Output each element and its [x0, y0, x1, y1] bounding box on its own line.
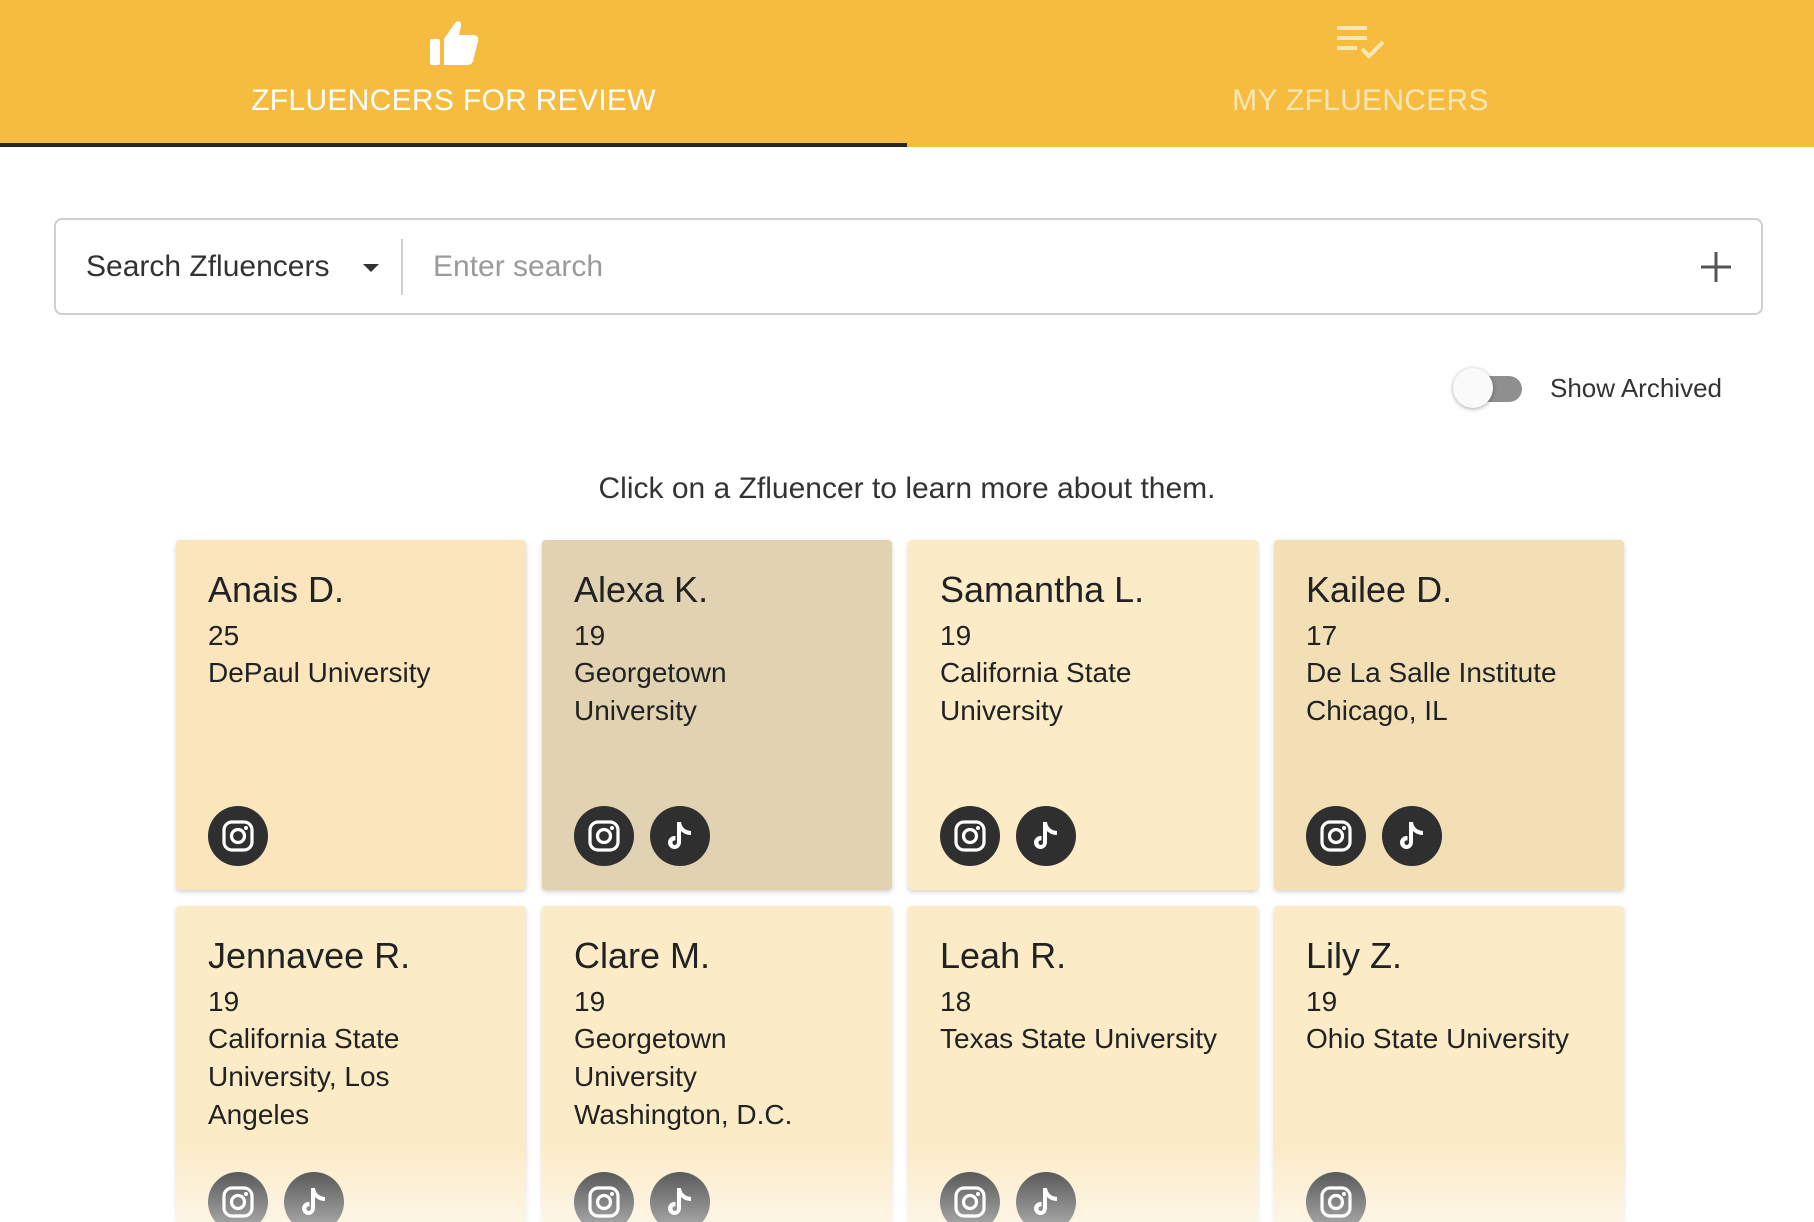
- plus-icon: [1701, 251, 1731, 282]
- zfluencer-card[interactable]: Samantha L. 19 California State University: [908, 540, 1258, 890]
- zfluencer-info-line: DePaul University: [208, 656, 431, 688]
- zfluencer-card[interactable]: Jennavee R. 19 California State University,…: [176, 906, 526, 1222]
- zfluencer-name: Clare M.: [574, 935, 711, 976]
- zfluencer-info-line: Washington, D.C.: [574, 1098, 793, 1130]
- zfluencer-age: 19: [574, 985, 606, 1017]
- tiktok-icon[interactable]: [284, 1172, 344, 1222]
- zfluencer-info-line: University: [574, 1060, 697, 1092]
- instagram-icon[interactable]: [1306, 806, 1366, 866]
- zfluencer-age: 19: [574, 619, 606, 651]
- zfluencer-name: Leah R.: [940, 935, 1067, 976]
- zfluencer-age: 19: [940, 619, 972, 651]
- zfluencer-card[interactable]: Kailee D. 17 De La Salle Institute Chicago,…: [1274, 540, 1624, 890]
- zfluencer-info-line: University: [574, 694, 697, 726]
- zfluencer-info-line: University: [940, 694, 1063, 726]
- chevron-down-icon: [363, 263, 379, 272]
- zfluencer-age: 18: [940, 985, 972, 1017]
- tab-for-review[interactable]: ZFLUENCERS FOR REVIEW: [0, 0, 907, 147]
- zfluencer-name: Alexa K.: [574, 569, 709, 610]
- tiktok-icon[interactable]: [1016, 806, 1076, 866]
- instagram-icon[interactable]: [574, 1172, 634, 1222]
- zfluencer-name: Kailee D.: [1306, 569, 1453, 610]
- social-links: [1306, 806, 1442, 866]
- show-archived-row: Show Archived: [1450, 366, 1722, 410]
- zfluencer-name: Jennavee R.: [208, 935, 411, 976]
- social-links: [1306, 1172, 1366, 1222]
- zfluencer-grid: Anais D. 25 DePaul University Alexa K. 19 Geo…: [176, 540, 1626, 1222]
- instagram-icon[interactable]: [574, 806, 634, 866]
- instagram-icon[interactable]: [208, 1172, 268, 1222]
- zfluencer-info-line: Chicago, IL: [1306, 694, 1448, 726]
- tiktok-icon[interactable]: [650, 1172, 710, 1222]
- instagram-icon[interactable]: [208, 806, 268, 866]
- tab-label: ZFLUENCERS FOR REVIEW: [251, 84, 656, 117]
- zfluencer-name: Lily Z.: [1306, 935, 1403, 976]
- zfluencer-age: 25: [208, 619, 240, 651]
- zfluencer-card[interactable]: Anais D. 25 DePaul University: [176, 540, 526, 890]
- tiktok-icon[interactable]: [650, 806, 710, 866]
- tiktok-icon[interactable]: [1382, 806, 1442, 866]
- zfluencer-info-line: Georgetown: [574, 1022, 727, 1054]
- zfluencer-info-line: California State: [940, 656, 1132, 688]
- hint-text: Click on a Zfluencer to learn more about…: [598, 472, 1216, 505]
- zfluencer-info-line: Georgetown: [574, 656, 727, 688]
- thumbs-up-icon: [428, 18, 480, 68]
- active-tab-indicator: [0, 143, 907, 147]
- search-input[interactable]: [403, 220, 1671, 313]
- social-links: [208, 806, 268, 866]
- social-links: [574, 1172, 710, 1222]
- instagram-icon[interactable]: [940, 806, 1000, 866]
- zfluencer-info-line: Ohio State University: [1306, 1022, 1569, 1054]
- zfluencer-name: Anais D.: [208, 569, 345, 610]
- zfluencer-info-line: Texas State University: [940, 1022, 1217, 1054]
- zfluencer-card[interactable]: Clare M. 19 Georgetown University Washington…: [542, 906, 892, 1222]
- add-search-button[interactable]: [1671, 220, 1761, 313]
- zfluencer-info-line: University, Los: [208, 1060, 390, 1092]
- search-bar: Search Zfluencers: [54, 218, 1763, 315]
- show-archived-label: Show Archived: [1550, 372, 1722, 403]
- social-links: [940, 1172, 1076, 1222]
- social-links: [940, 806, 1076, 866]
- zfluencer-name: Samantha L.: [940, 569, 1145, 610]
- zfluencer-age: 19: [208, 985, 240, 1017]
- zfluencer-info-line: De La Salle Institute: [1306, 656, 1557, 688]
- social-links: [208, 1172, 344, 1222]
- search-type-select[interactable]: Search Zfluencers: [56, 220, 401, 313]
- zfluencer-age: 19: [1306, 985, 1338, 1017]
- tab-label: MY ZFLUENCERS: [1232, 84, 1489, 117]
- tiktok-icon[interactable]: [1016, 1172, 1076, 1222]
- zfluencer-age: 17: [1306, 619, 1338, 651]
- toggle-knob: [1453, 368, 1493, 408]
- zfluencer-info-line: Angeles: [208, 1098, 310, 1130]
- zfluencer-card[interactable]: Lily Z. 19 Ohio State University: [1274, 906, 1624, 1222]
- tab-my-zfluencers[interactable]: MY ZFLUENCERS: [907, 0, 1814, 147]
- zfluencer-info-line: California State: [208, 1022, 400, 1054]
- show-archived-toggle[interactable]: [1450, 366, 1528, 410]
- playlist-check-icon: [1335, 18, 1387, 68]
- social-links: [574, 806, 710, 866]
- instagram-icon[interactable]: [940, 1172, 1000, 1222]
- zfluencer-card[interactable]: Leah R. 18 Texas State University: [908, 906, 1258, 1222]
- instagram-icon[interactable]: [1306, 1172, 1366, 1222]
- zfluencer-card[interactable]: Alexa K. 19 Georgetown University: [542, 540, 892, 890]
- search-type-label: Search Zfluencers: [86, 249, 330, 283]
- tab-bar: ZFLUENCERS FOR REVIEW MY ZFLUENCERS: [0, 0, 1814, 147]
